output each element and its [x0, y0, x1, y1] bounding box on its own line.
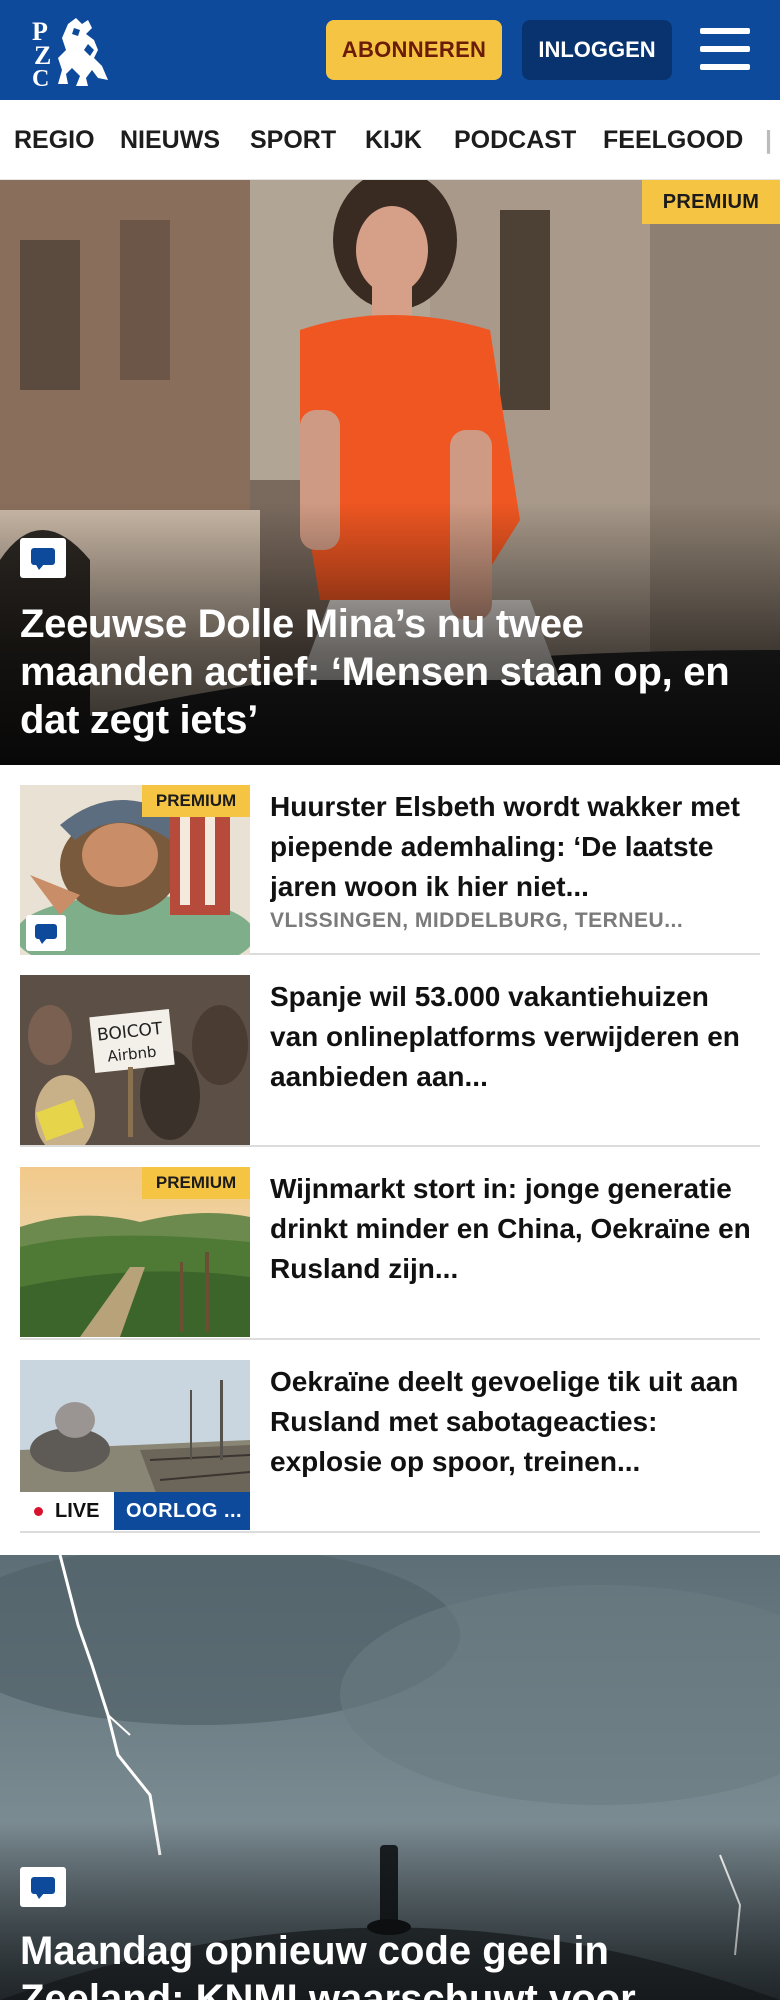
logo-letter-c: C	[32, 66, 49, 88]
section-nav: REGIO NIEUWS SPORT KIJK PODCAST FEELGOOD…	[0, 100, 780, 180]
login-button[interactable]: INLOGGEN	[522, 20, 672, 80]
nav-item-overflow[interactable]: |	[765, 100, 772, 179]
hero-title[interactable]: Zeeuwse Dolle Mina’s nu twee maanden act…	[20, 600, 765, 744]
live-dot-icon	[34, 1506, 43, 1516]
nav-item-sport[interactable]: SPORT	[250, 100, 336, 179]
article-thumbnail: PREMIUM	[20, 1167, 250, 1337]
article-title[interactable]: Huurster Elsbeth wordt wakker met piepen…	[270, 787, 758, 907]
list-item[interactable]: PREMIUM Huurster Elsbeth wordt wakker me…	[20, 765, 760, 955]
article-title[interactable]: Spanje wil 53.000 vakantiehui­zen van on…	[270, 977, 758, 1097]
comment-icon	[20, 538, 66, 578]
hamburger-icon[interactable]	[700, 26, 750, 72]
list-item[interactable]: PREMIUM Wijnmarkt stort in: jonge genera…	[20, 1147, 760, 1340]
nav-item-podcast[interactable]: PODCAST	[454, 100, 576, 179]
site-header: P Z C ABONNEREN INLOGGEN	[0, 0, 780, 100]
list-item[interactable]: BOICOT Airbnb Spanje wil 53.000 vakantie…	[20, 955, 760, 1147]
subscribe-button[interactable]: ABONNEREN	[326, 20, 502, 80]
article-locations: VLISSINGEN, MIDDELBURG, TERNEU...	[270, 909, 684, 932]
nav-item-regio[interactable]: REGIO	[14, 100, 95, 179]
comment-icon	[20, 1867, 66, 1907]
article-thumbnail: BOICOT Airbnb	[20, 975, 250, 1145]
hero2-title[interactable]: Maandag opnieuw code geel in Zeeland; KN…	[20, 1927, 765, 2000]
second-hero-article[interactable]: Maandag opnieuw code geel in Zeeland; KN…	[0, 1555, 780, 2000]
topic-tag[interactable]: OORLOG ...	[114, 1492, 250, 1530]
premium-badge: PREMIUM	[642, 180, 780, 224]
live-label: LIVE	[55, 1499, 100, 1522]
live-badge: LIVE	[20, 1492, 114, 1530]
article-thumbnail: PREMIUM	[20, 785, 250, 955]
article-title[interactable]: Oekraïne deelt gevoelige tik uit aan Rus…	[270, 1362, 758, 1482]
premium-badge: PREMIUM	[142, 785, 250, 817]
list-item[interactable]: LIVE OORLOG ... Oekraïne deelt gevoelige…	[20, 1340, 760, 1533]
nav-item-kijk[interactable]: KIJK	[365, 100, 422, 179]
article-thumbnail: LIVE OORLOG ...	[20, 1360, 250, 1530]
pzc-logo[interactable]: P Z C	[28, 14, 114, 92]
premium-badge: PREMIUM	[142, 1167, 250, 1199]
nav-item-feelgood[interactable]: FEELGOOD	[603, 100, 743, 179]
comment-icon	[26, 915, 66, 951]
hero-article[interactable]: PREMIUM Zeeuwse Dolle Mina’s nu twee maa…	[0, 180, 780, 765]
article-title[interactable]: Wijnmarkt stort in: jonge generatie drin…	[270, 1169, 758, 1289]
nav-item-nieuws[interactable]: NIEUWS	[120, 100, 220, 179]
